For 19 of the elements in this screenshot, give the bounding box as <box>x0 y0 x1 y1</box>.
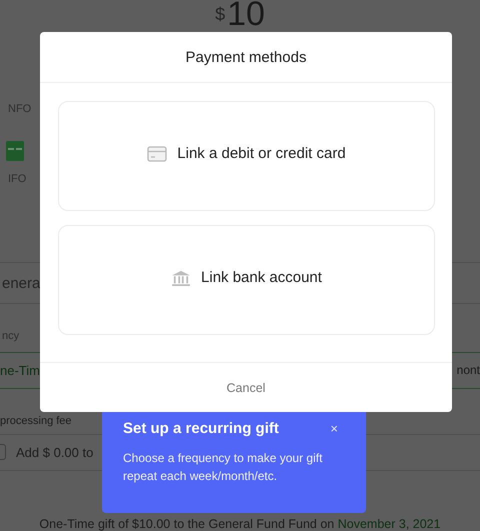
payment-option[interactable]: Link a debit or credit card <box>58 101 435 211</box>
checkbox-label: Add $ 0.00 to <box>16 444 94 460</box>
cancel-button[interactable]: Cancel <box>220 380 272 396</box>
date-link[interactable]: November 3, 2021 <box>338 517 441 531</box>
currency-symbol: $ <box>215 4 226 25</box>
field-label: processing fee <box>0 414 72 427</box>
gift-amount: 10 <box>227 0 265 31</box>
credit-card-icon <box>147 146 168 162</box>
bank-icon <box>171 270 192 286</box>
tooltip-text: Choose a frequency to make your gift repeat each week/month/etc. <box>123 450 324 485</box>
fund-select[interactable]: enera <box>2 274 40 292</box>
close-button[interactable]: × <box>326 421 346 436</box>
frequency-option[interactable]: nont <box>456 363 480 378</box>
payment-option[interactable]: Link bank account <box>58 225 435 335</box>
gift-summary: One-Time gift of $10.00 to the General Fund Fund on <box>39 517 336 531</box>
dialog-title: Payment methods <box>186 48 306 66</box>
card-icon <box>6 141 24 162</box>
frequency-option[interactable]: ne-Tim <box>0 362 40 378</box>
tooltip-title: Set up a recurring gift <box>123 420 279 437</box>
